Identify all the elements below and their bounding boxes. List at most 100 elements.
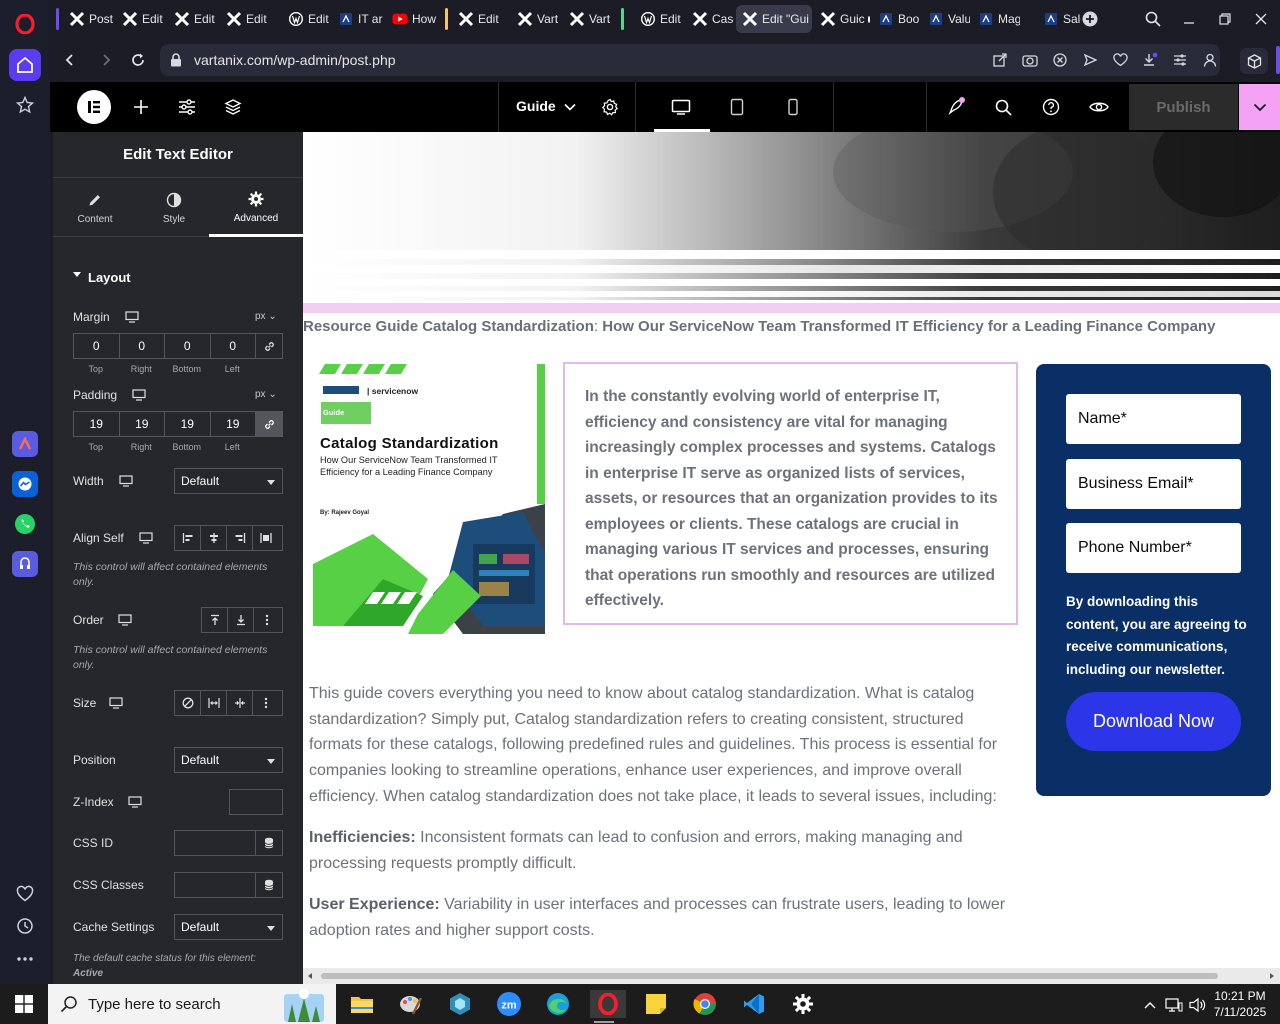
browser-tab[interactable]: Edit xyxy=(282,5,330,33)
publish-options-chevron-icon[interactable] xyxy=(1239,84,1280,130)
margin-bottom-input[interactable]: 0 xyxy=(164,333,210,359)
tab-content[interactable]: Content xyxy=(55,179,135,237)
opera-taskbar-icon[interactable] xyxy=(590,990,626,1023)
reload-icon[interactable] xyxy=(126,48,150,72)
finder-search-icon[interactable] xyxy=(991,95,1015,119)
site-settings-sliders-icon[interactable] xyxy=(175,95,199,119)
order-first-icon[interactable] xyxy=(202,608,228,632)
aria-ai-icon[interactable] xyxy=(12,431,38,457)
margin-top-input[interactable]: 0 xyxy=(73,333,119,359)
margin-right-input[interactable]: 0 xyxy=(118,333,164,359)
opera-logo-icon[interactable] xyxy=(9,8,41,40)
paint-app-icon[interactable] xyxy=(397,990,425,1018)
responsive-desktop-icon[interactable] xyxy=(125,311,139,323)
responsive-desktop-icon[interactable] xyxy=(128,796,142,808)
whatsapp-icon[interactable] xyxy=(12,511,38,537)
tab-search-icon[interactable] xyxy=(1142,8,1164,30)
browser-tab[interactable]: Vart xyxy=(511,5,561,33)
order-last-icon[interactable] xyxy=(228,608,254,632)
browser-tab[interactable]: Post xyxy=(63,5,113,33)
size-shrink-icon[interactable] xyxy=(227,691,253,715)
heart-icon[interactable] xyxy=(9,878,41,910)
edge-browser-icon[interactable] xyxy=(544,990,572,1018)
responsive-desktop-icon[interactable] xyxy=(118,614,132,626)
browser-tab[interactable]: Guic xyxy=(814,5,870,33)
responsive-desktop-icon[interactable] xyxy=(119,475,133,487)
download-now-button[interactable]: Download Now xyxy=(1066,692,1241,751)
home-icon[interactable] xyxy=(9,49,41,81)
horizontal-scrollbar[interactable] xyxy=(303,968,1280,984)
lock-icon[interactable] xyxy=(168,52,184,68)
tab-style[interactable]: Style xyxy=(134,179,214,237)
forward-arrow-icon[interactable] xyxy=(94,48,118,72)
history-clock-icon[interactable] xyxy=(9,910,41,942)
chevron-down-icon[interactable] xyxy=(558,95,582,119)
link-values-icon[interactable] xyxy=(255,333,283,359)
intro-text-box[interactable]: In the constantly evolving world of ente… xyxy=(563,362,1018,625)
bookmarks-star-icon[interactable] xyxy=(9,89,41,121)
profile-icon[interactable] xyxy=(1202,52,1218,68)
taskbar-clock[interactable]: 10:21 PM 7/11/2025 xyxy=(1208,988,1272,1020)
flow-send-icon[interactable] xyxy=(1082,52,1098,68)
close-window-button[interactable] xyxy=(1250,8,1272,30)
publish-button[interactable]: Publish xyxy=(1129,84,1238,130)
settings-gear-icon[interactable] xyxy=(789,990,817,1018)
browser-tab[interactable]: Edit xyxy=(220,5,270,33)
windows-start-icon[interactable] xyxy=(10,990,38,1018)
download-icon[interactable] xyxy=(1142,52,1158,68)
align-end-icon[interactable] xyxy=(227,526,253,550)
dynamic-tags-database-icon[interactable] xyxy=(255,830,283,856)
add-element-plus-icon[interactable] xyxy=(129,95,153,119)
browser-tab[interactable]: Boo xyxy=(872,5,920,33)
file-explorer-icon[interactable] xyxy=(348,990,376,1018)
padding-left-input[interactable]: 19 xyxy=(209,411,255,437)
messenger-icon[interactable] xyxy=(12,471,38,497)
browser-tab[interactable]: How xyxy=(386,5,442,33)
dynamic-tags-database-icon[interactable] xyxy=(255,872,283,898)
responsive-desktop-icon[interactable] xyxy=(132,389,146,401)
taskbar-search-field[interactable]: Type here to search xyxy=(48,984,336,1024)
dev-app-icon[interactable] xyxy=(446,990,474,1018)
tablet-view-icon[interactable] xyxy=(725,95,749,119)
browser-tab[interactable]: Edit xyxy=(634,5,684,33)
music-player-icon[interactable] xyxy=(12,551,38,577)
structure-layers-icon[interactable] xyxy=(221,95,245,119)
restore-window-button[interactable] xyxy=(1214,8,1236,30)
notifications-rocket-icon[interactable] xyxy=(944,95,968,119)
padding-top-input[interactable]: 19 xyxy=(73,411,119,437)
browser-tab[interactable]: Case xyxy=(686,5,734,33)
size-grow-icon[interactable] xyxy=(201,691,227,715)
padding-unit-select[interactable]: px ⌄ xyxy=(255,389,277,400)
url-field[interactable]: vartanix.com/wp-admin/post.php xyxy=(160,44,1220,76)
align-start-icon[interactable] xyxy=(175,526,201,550)
size-none-icon[interactable] xyxy=(175,691,201,715)
width-select[interactable]: Default xyxy=(174,468,283,494)
padding-right-input[interactable]: 19 xyxy=(118,411,164,437)
minimize-window-button[interactable] xyxy=(1178,8,1200,30)
sticky-notes-icon[interactable] xyxy=(642,990,670,1018)
browser-tab[interactable]: Mag xyxy=(972,5,1020,33)
desktop-view-icon[interactable] xyxy=(669,95,693,119)
tab-advanced[interactable]: Advanced xyxy=(209,179,303,237)
back-arrow-icon[interactable] xyxy=(58,48,82,72)
cache-settings-select[interactable]: Default xyxy=(174,914,283,940)
more-vertical-dots-icon[interactable] xyxy=(254,608,280,632)
ad-block-icon[interactable] xyxy=(1052,52,1068,68)
more-vertical-dots-icon[interactable] xyxy=(253,691,279,715)
responsive-desktop-icon[interactable] xyxy=(109,697,123,709)
zoom-app-icon[interactable]: zm xyxy=(495,990,523,1018)
favorite-heart-icon[interactable] xyxy=(1112,52,1128,68)
vscode-icon[interactable] xyxy=(740,990,768,1018)
easy-setup-menu-icon[interactable] xyxy=(1172,52,1188,68)
mobile-view-icon[interactable] xyxy=(781,95,805,119)
margin-left-input[interactable]: 0 xyxy=(209,333,255,359)
extensions-cube-icon[interactable] xyxy=(1240,48,1268,74)
network-icon[interactable] xyxy=(1165,996,1183,1014)
show-hidden-icons-chevron-icon[interactable] xyxy=(1141,996,1159,1014)
business-email-field[interactable]: Business Email* xyxy=(1066,459,1241,509)
align-stretch-icon[interactable] xyxy=(253,526,279,550)
css-id-input[interactable] xyxy=(174,830,256,856)
browser-tab[interactable]: Sale xyxy=(1037,5,1081,33)
browser-tab[interactable]: Edit xyxy=(116,5,166,33)
new-tab-button[interactable] xyxy=(1079,8,1101,30)
